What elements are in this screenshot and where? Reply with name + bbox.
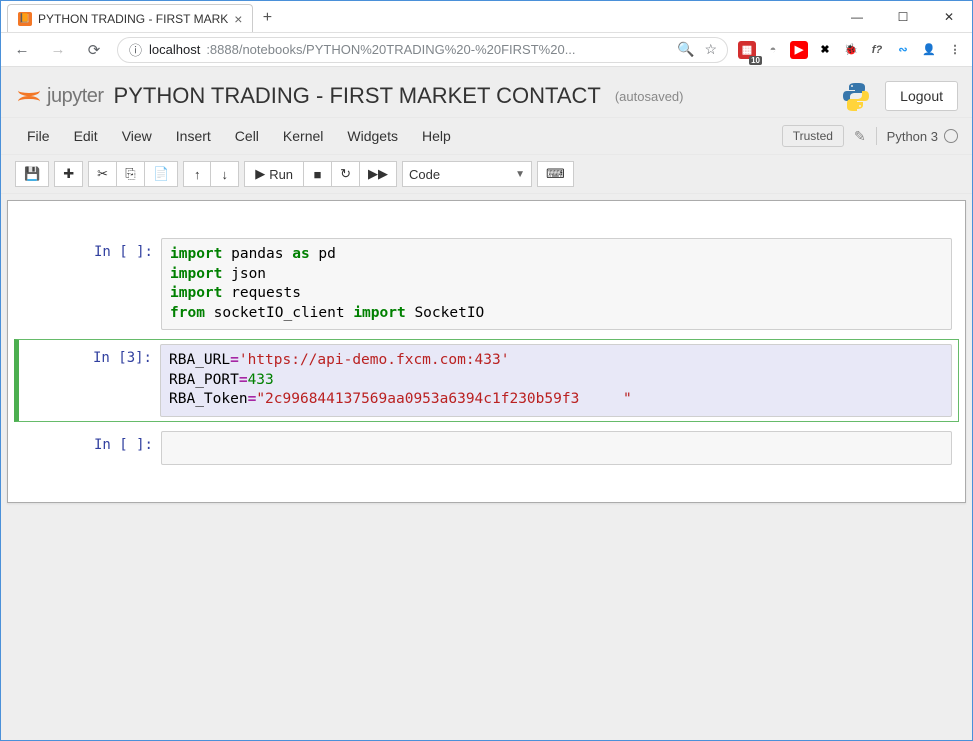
url-host: localhost xyxy=(149,42,200,57)
menu-view[interactable]: View xyxy=(110,122,164,150)
notebook-page: jupyter PYTHON TRADING - FIRST MARKET CO… xyxy=(1,67,972,740)
ext-badge: 10 xyxy=(749,56,762,65)
menu-insert[interactable]: Insert xyxy=(164,122,223,150)
close-window-button[interactable]: ✕ xyxy=(926,1,972,33)
chevron-down-icon: ▼ xyxy=(515,169,525,180)
menu-file[interactable]: File xyxy=(15,122,62,150)
tab-title: PYTHON TRADING - FIRST MARK xyxy=(38,12,228,26)
code-cell[interactable]: In [ ]: xyxy=(14,426,959,470)
chrome-menu-icon[interactable]: ⋮ xyxy=(946,41,964,59)
kernel-status-icon xyxy=(944,129,958,143)
menu-edit[interactable]: Edit xyxy=(62,122,110,150)
cell-input[interactable] xyxy=(161,431,952,465)
code-cell[interactable]: In [3]:RBA_URL='https://api-demo.fxcm.co… xyxy=(14,339,959,422)
ext-youtube-icon[interactable]: ▶ xyxy=(790,41,808,59)
notebook-title[interactable]: PYTHON TRADING - FIRST MARKET CONTACT xyxy=(114,83,601,109)
logout-button[interactable]: Logout xyxy=(885,81,958,111)
jupyter-favicon: 📙 xyxy=(18,12,32,26)
stop-button[interactable]: ■ xyxy=(304,161,332,187)
close-tab-icon[interactable]: × xyxy=(234,11,242,27)
ext-x-icon[interactable]: ✖ xyxy=(816,41,834,59)
menu-help[interactable]: Help xyxy=(410,122,463,150)
autosave-status: (autosaved) xyxy=(615,89,684,104)
extension-icons: 10 ▦ ◓ ▶ ✖ 🐞 f? ∾ 👤 ⋮ xyxy=(738,41,964,59)
forward-button[interactable]: → xyxy=(45,37,71,63)
cell-input[interactable]: import pandas as pd import json import r… xyxy=(161,238,952,330)
cell-prompt: In [3]: xyxy=(20,344,160,417)
back-button[interactable]: ← xyxy=(9,37,35,63)
kernel-indicator[interactable]: Python 3 xyxy=(887,129,958,144)
toolbar: 💾 ✚ ✂ ⎘ 📄 ↑ ↓ ▶Run ■ ↻ ▶▶ Code ▼ ⌨ xyxy=(1,155,972,194)
cell-prompt: In [ ]: xyxy=(21,431,161,465)
reload-button[interactable]: ⟳ xyxy=(81,37,107,63)
run-button[interactable]: ▶Run xyxy=(244,161,304,187)
zoom-icon[interactable]: 🔍 xyxy=(677,41,694,58)
menu-widgets[interactable]: Widgets xyxy=(335,122,410,150)
url-actions: 🔍 ☆ xyxy=(677,41,717,58)
trusted-button[interactable]: Trusted xyxy=(782,125,844,147)
url-path: :8888/notebooks/PYTHON%20TRADING%20-%20F… xyxy=(206,42,575,57)
kernel-name: Python 3 xyxy=(887,129,938,144)
new-tab-button[interactable]: + xyxy=(253,4,281,32)
browser-titlebar: 📙 PYTHON TRADING - FIRST MARK × + — ☐ ✕ xyxy=(1,1,972,33)
move-down-button[interactable]: ↓ xyxy=(211,161,239,187)
cell-prompt: In [ ]: xyxy=(21,238,161,330)
url-input[interactable]: ⓘ localhost :8888/notebooks/PYTHON%20TRAD… xyxy=(117,37,728,63)
copy-button[interactable]: ⎘ xyxy=(117,161,145,187)
browser-tab[interactable]: 📙 PYTHON TRADING - FIRST MARK × xyxy=(7,4,253,32)
save-button[interactable]: 💾 xyxy=(15,161,49,187)
celltype-value: Code xyxy=(409,167,440,182)
window-controls: — ☐ ✕ xyxy=(834,1,972,32)
command-palette-button[interactable]: ⌨ xyxy=(537,161,574,187)
add-cell-button[interactable]: ✚ xyxy=(54,161,83,187)
python-logo-icon xyxy=(839,79,873,113)
jupyter-logo-icon xyxy=(15,82,43,110)
tab-strip: 📙 PYTHON TRADING - FIRST MARK × + xyxy=(1,1,834,32)
minimize-button[interactable]: — xyxy=(834,1,880,33)
ext-drive-icon[interactable]: ◓ xyxy=(764,41,782,59)
code-cell[interactable]: In [ ]:import pandas as pd import json i… xyxy=(14,233,959,335)
address-bar: ← → ⟳ ⓘ localhost :8888/notebooks/PYTHON%… xyxy=(1,33,972,67)
jupyter-header: jupyter PYTHON TRADING - FIRST MARKET CO… xyxy=(1,71,972,117)
fast-forward-button[interactable]: ▶▶ xyxy=(360,161,397,187)
cell-input[interactable]: RBA_URL='https://api-demo.fxcm.com:433' … xyxy=(160,344,952,417)
menu-bar: FileEditViewInsertCellKernelWidgetsHelp … xyxy=(1,117,972,155)
paste-button[interactable]: 📄 xyxy=(145,161,178,187)
site-info-icon[interactable]: ⓘ xyxy=(128,40,143,59)
move-up-button[interactable]: ↑ xyxy=(183,161,211,187)
maximize-button[interactable]: ☐ xyxy=(880,1,926,33)
jupyter-logo-text: jupyter xyxy=(47,85,104,108)
notebook-container: In [ ]:import pandas as pd import json i… xyxy=(7,200,966,503)
profile-avatar-icon[interactable]: 👤 xyxy=(920,41,938,59)
menu-cell[interactable]: Cell xyxy=(223,122,271,150)
restart-button[interactable]: ↻ xyxy=(332,161,360,187)
bookmark-icon[interactable]: ☆ xyxy=(704,41,717,58)
divider xyxy=(876,127,877,145)
jupyter-logo[interactable]: jupyter xyxy=(15,82,104,110)
celltype-select[interactable]: Code ▼ xyxy=(402,161,532,187)
cut-button[interactable]: ✂ xyxy=(88,161,117,187)
ext-f-icon[interactable]: f? xyxy=(868,41,886,59)
edit-mode-icon[interactable]: ✎ xyxy=(854,128,866,145)
ext-bug-icon[interactable]: 🐞 xyxy=(842,41,860,59)
ext-link-icon[interactable]: ∾ xyxy=(894,41,912,59)
menu-kernel[interactable]: Kernel xyxy=(271,122,335,150)
ext-icon-1[interactable]: 10 ▦ xyxy=(738,41,756,59)
